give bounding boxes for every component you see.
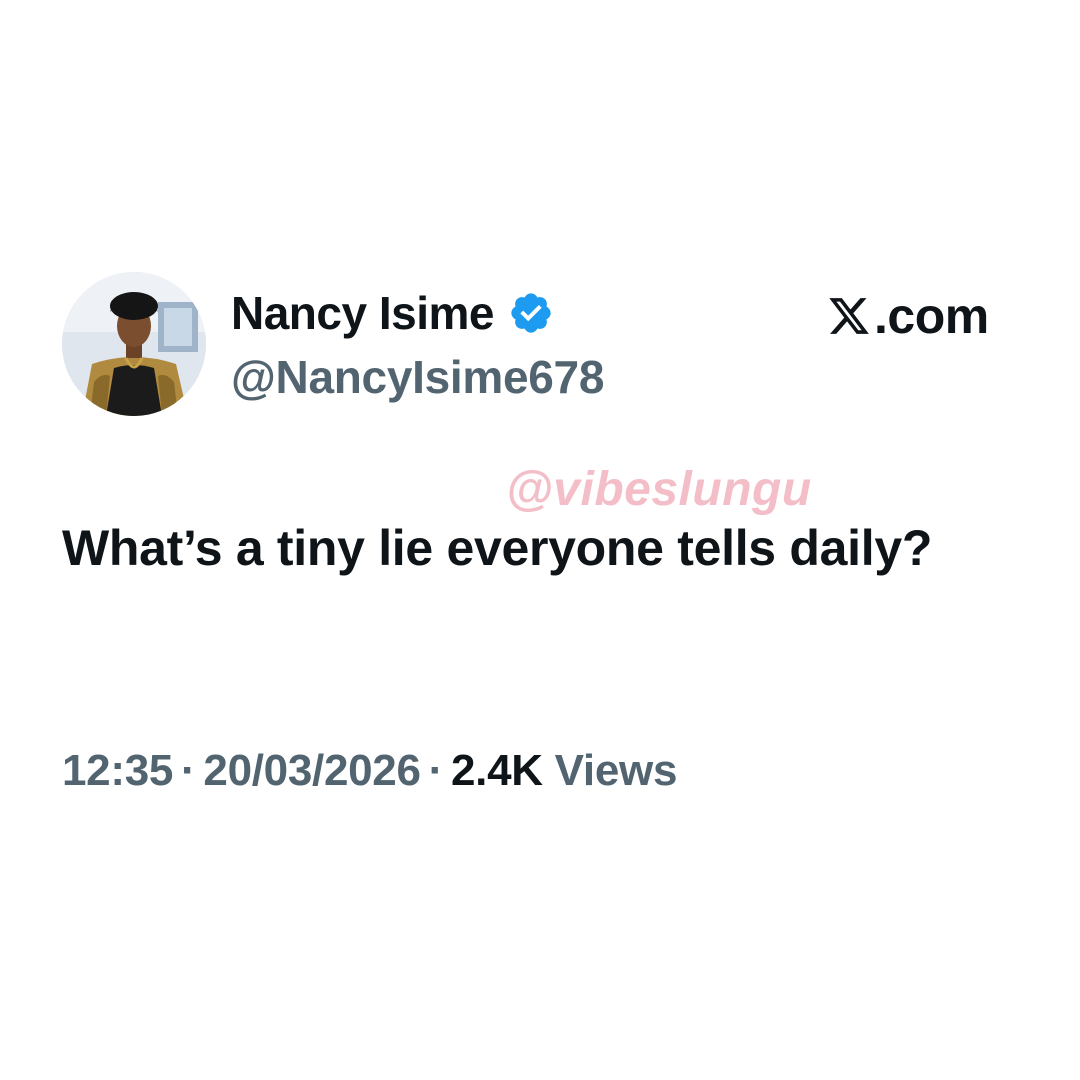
brand-mark: .com [826,286,989,346]
brand-domain-suffix: .com [874,288,989,344]
tweet-date[interactable]: 20/03/2026 [203,746,421,795]
author-display-name[interactable]: Nancy Isime [231,286,494,340]
meta-separator: · [428,746,444,795]
author-name-row: Nancy Isime [231,284,554,342]
avatar[interactable] [62,272,206,416]
author-handle[interactable]: @NancyIsime678 [231,350,604,404]
x-logo-icon [829,298,869,334]
views-count: 2.4K [450,746,543,795]
tweet-card: Nancy Isime @NancyIsime678 .com @vibeslu… [0,0,1080,1080]
tweet-meta: 12:35 · 20/03/2026 · 2.4K Views [62,746,677,796]
profile-photo [62,272,206,416]
tweet-text: What’s a tiny lie everyone tells daily? [62,520,933,576]
views-label: Views [554,746,678,795]
verified-badge-icon[interactable] [508,290,554,336]
tweet-time[interactable]: 12:35 [62,746,173,795]
meta-separator: · [181,746,196,795]
